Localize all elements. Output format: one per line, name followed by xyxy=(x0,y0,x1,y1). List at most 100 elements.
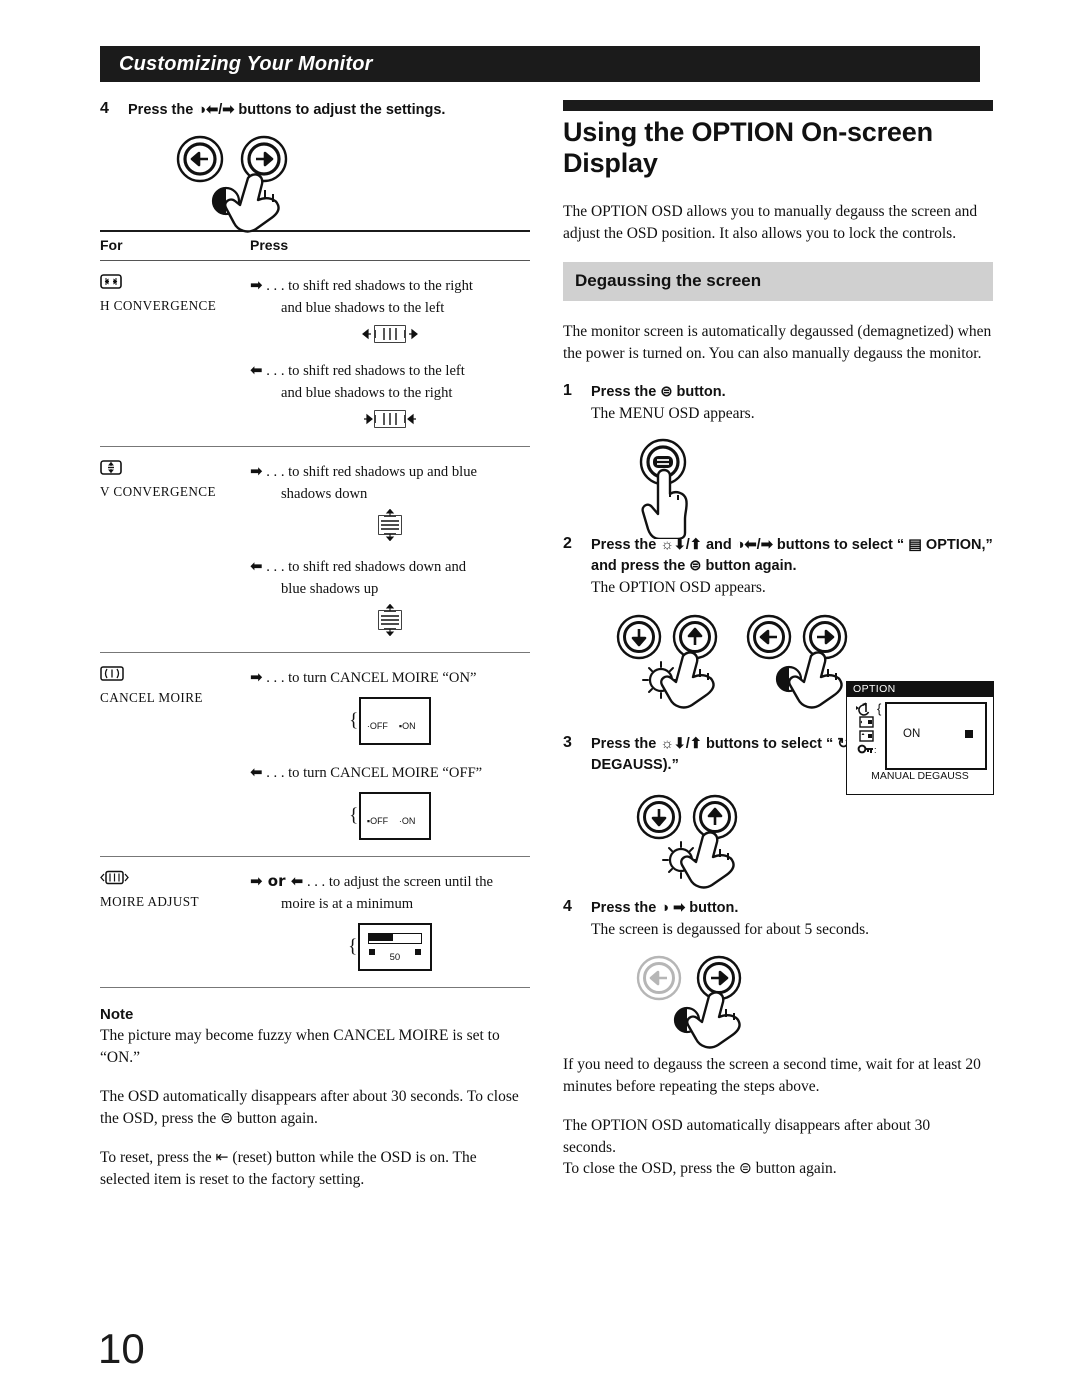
subsection-heading: Degaussing the screen xyxy=(563,262,993,301)
press-lead: . . . to turn CANCEL MOIRE “ON” xyxy=(266,670,477,686)
running-head-title: Customizing Your Monitor xyxy=(119,53,373,75)
press-cont: moire is at a minimum xyxy=(281,896,414,912)
table-row-label: H CONVERGENCE xyxy=(100,298,217,313)
press-entry: ➡ . . . to shift red shadows up and blue… xyxy=(250,460,530,541)
brace-glyph: { xyxy=(348,936,358,957)
paragraph-option-auto-close-1: The OPTION OSD automatically disappears … xyxy=(563,1117,931,1134)
press-lead: . . . to shift red shadows to the right xyxy=(266,278,473,294)
arrow-glyph: ➡ xyxy=(250,668,263,686)
table-cell-for: H CONVERGENCE xyxy=(100,260,250,447)
option-osd-marker xyxy=(965,730,973,738)
table-row: V CONVERGENCE ➡ . . . to shift red shado… xyxy=(100,446,530,653)
left-step-4-number: 4 xyxy=(100,100,109,117)
section-intro: The OPTION OSD allows you to manually de… xyxy=(563,203,978,242)
illustration-v-conv-2 xyxy=(250,604,530,636)
option-osd-panel: OPTION: {ON MANUAL DEGAUSS xyxy=(846,681,994,795)
table-cell-press: ➡ . . . to shift red shadows to the righ… xyxy=(250,260,530,447)
arrow-glyph: ➡ or ⬅ xyxy=(250,872,304,890)
arrow-glyph: ⬅ xyxy=(250,557,263,575)
option-osd-value: ON xyxy=(903,728,921,740)
onoff-osd-box: ·OFF ▪ON xyxy=(358,697,431,745)
press-entry: ➡ or ⬅ . . . to adjust the screen until … xyxy=(250,870,530,971)
press-entry: ⬅ . . . to shift red shadows down and bl… xyxy=(250,555,530,636)
v-convergence-icon xyxy=(100,460,122,475)
onoff-osd-box: ▪OFF ·ON xyxy=(358,792,431,840)
right-step-4-text: Press the ◑ ➡ button. xyxy=(591,900,739,916)
table-cell-press: ➡ . . . to turn CANCEL MOIRE “ON” { ·OFF… xyxy=(250,652,530,857)
right-step-1-sub: The MENU OSD appears. xyxy=(591,405,755,422)
section-rule xyxy=(563,100,993,111)
paragraph-option-auto-close-3: To close the OSD, press the ⊜ button aga… xyxy=(563,1160,837,1177)
document-page: Customizing Your Monitor 4 Press the ◑⬅/… xyxy=(0,0,1080,1397)
press-entry: ➡ . . . to shift red shadows to the righ… xyxy=(250,274,530,345)
right-column: Using the OPTION On-screen Display The O… xyxy=(563,100,993,1180)
table-cell-for: CANCEL MOIRE xyxy=(100,652,250,857)
left-step-4: 4 Press the ◑⬅/➡ buttons to adjust the s… xyxy=(100,100,530,121)
table-row: CANCEL MOIRE ➡ . . . to turn CANCEL MOIR… xyxy=(100,652,530,857)
illustration-onoff-off: { ▪OFF ·ON xyxy=(250,792,530,840)
slider-value: 50 xyxy=(389,952,401,963)
brace-glyph: { xyxy=(349,805,359,826)
table-row-label: MOIRE ADJUST xyxy=(100,894,199,909)
option-osd-caption: MANUAL DEGAUSS xyxy=(871,770,969,782)
illustration-menu-button xyxy=(563,428,993,539)
illustration-v-conv-1 xyxy=(250,509,530,541)
osd-v-position-icon xyxy=(859,730,874,742)
right-step-1: 1 Press the ⊜ button. The MENU OSD appea… xyxy=(563,382,993,424)
table-cell-for: MOIRE ADJUST xyxy=(100,856,250,988)
down-arrow-button-icon xyxy=(636,794,682,840)
table-row-label: CANCEL MOIRE xyxy=(100,690,203,705)
illustration-slider: { 50 xyxy=(250,923,530,971)
onoff-off-option: ·OFF xyxy=(366,721,388,731)
right-step-1-text: Press the ⊜ button. xyxy=(591,384,726,400)
onoff-on-option: ·ON xyxy=(398,816,416,826)
h-convergence-icon xyxy=(100,274,122,289)
table-row: H CONVERGENCE ➡ . . . to shift red shado… xyxy=(100,260,530,447)
arrow-glyph: ⬅ xyxy=(250,763,263,781)
hand-pointer-icon xyxy=(680,831,735,889)
left-arrow-button-icon xyxy=(746,614,792,660)
left-arrow-button-icon xyxy=(636,955,682,1001)
up-arrow-button-icon xyxy=(672,614,718,660)
right-step-2-text: Press the ☼⬇/⬆ and ◑⬅/➡ buttons to selec… xyxy=(591,537,993,574)
press-entry: ⬅ . . . to shift red shadows to the left… xyxy=(250,359,530,430)
illustration-onoff-on: { ·OFF ▪ON xyxy=(250,697,530,745)
slider-fill xyxy=(368,934,393,941)
table-row: MOIRE ADJUST ➡ or ⬅ . . . to adjust the … xyxy=(100,856,530,988)
table-cell-press: ➡ or ⬅ . . . to adjust the screen until … xyxy=(250,856,530,988)
press-lead: . . . to shift red shadows down and xyxy=(266,559,467,575)
paragraph-second-degauss: If you need to degauss the screen a seco… xyxy=(563,1056,981,1095)
illustration-h-conv-1 xyxy=(250,323,530,345)
hand-pointer-icon xyxy=(686,991,741,1049)
table-cell-press: ➡ . . . to shift red shadows up and blue… xyxy=(250,446,530,653)
press-cont: blue shadows up xyxy=(281,581,379,597)
paragraph-reset: To reset, press the ⇤ (reset) button whi… xyxy=(100,1149,477,1188)
degauss-icon xyxy=(854,702,870,716)
arrow-glyph: ➡ xyxy=(250,462,263,480)
running-head-bar: Customizing Your Monitor xyxy=(100,46,980,82)
right-arrow-button-icon xyxy=(802,614,848,660)
section-title: Using the OPTION On-screen Display xyxy=(563,117,933,178)
hand-pointer-icon xyxy=(224,173,280,233)
slider-osd-box: 50 xyxy=(357,923,432,971)
right-step-4-number: 4 xyxy=(563,898,572,915)
svg-text::: : xyxy=(874,745,877,755)
press-entry: ➡ . . . to turn CANCEL MOIRE “ON” { ·OFF… xyxy=(250,666,530,745)
settings-table: For Press H CONVERGENCE ➡ . . . to shift… xyxy=(100,230,530,988)
right-step-3-number: 3 xyxy=(563,734,572,751)
press-entry: ⬅ . . . to turn CANCEL MOIRE “OFF” { ▪OF… xyxy=(250,761,530,840)
hand-pointer-icon xyxy=(660,651,715,709)
note-text: The picture may become fuzzy when CANCEL… xyxy=(100,1027,500,1066)
down-arrow-button-icon xyxy=(616,614,662,660)
illustration-h-conv-2 xyxy=(250,408,530,430)
degauss-intro: The monitor screen is automatically dega… xyxy=(563,323,992,362)
press-cont: and blue shadows to the left xyxy=(281,300,445,316)
hand-pointer-icon xyxy=(788,651,843,709)
right-arrow-button-icon xyxy=(240,135,288,183)
left-column: 4 Press the ◑⬅/➡ buttons to adjust the s… xyxy=(100,100,530,1208)
left-step-4-text: Press the ◑⬅/➡ buttons to adjust the set… xyxy=(128,102,446,118)
paragraph-osd-auto-close: The OSD automatically disappears after a… xyxy=(100,1088,519,1127)
right-step-1-number: 1 xyxy=(563,382,572,399)
press-lead: . . . to shift red shadows up and blue xyxy=(266,464,478,480)
up-arrow-button-icon xyxy=(692,794,738,840)
